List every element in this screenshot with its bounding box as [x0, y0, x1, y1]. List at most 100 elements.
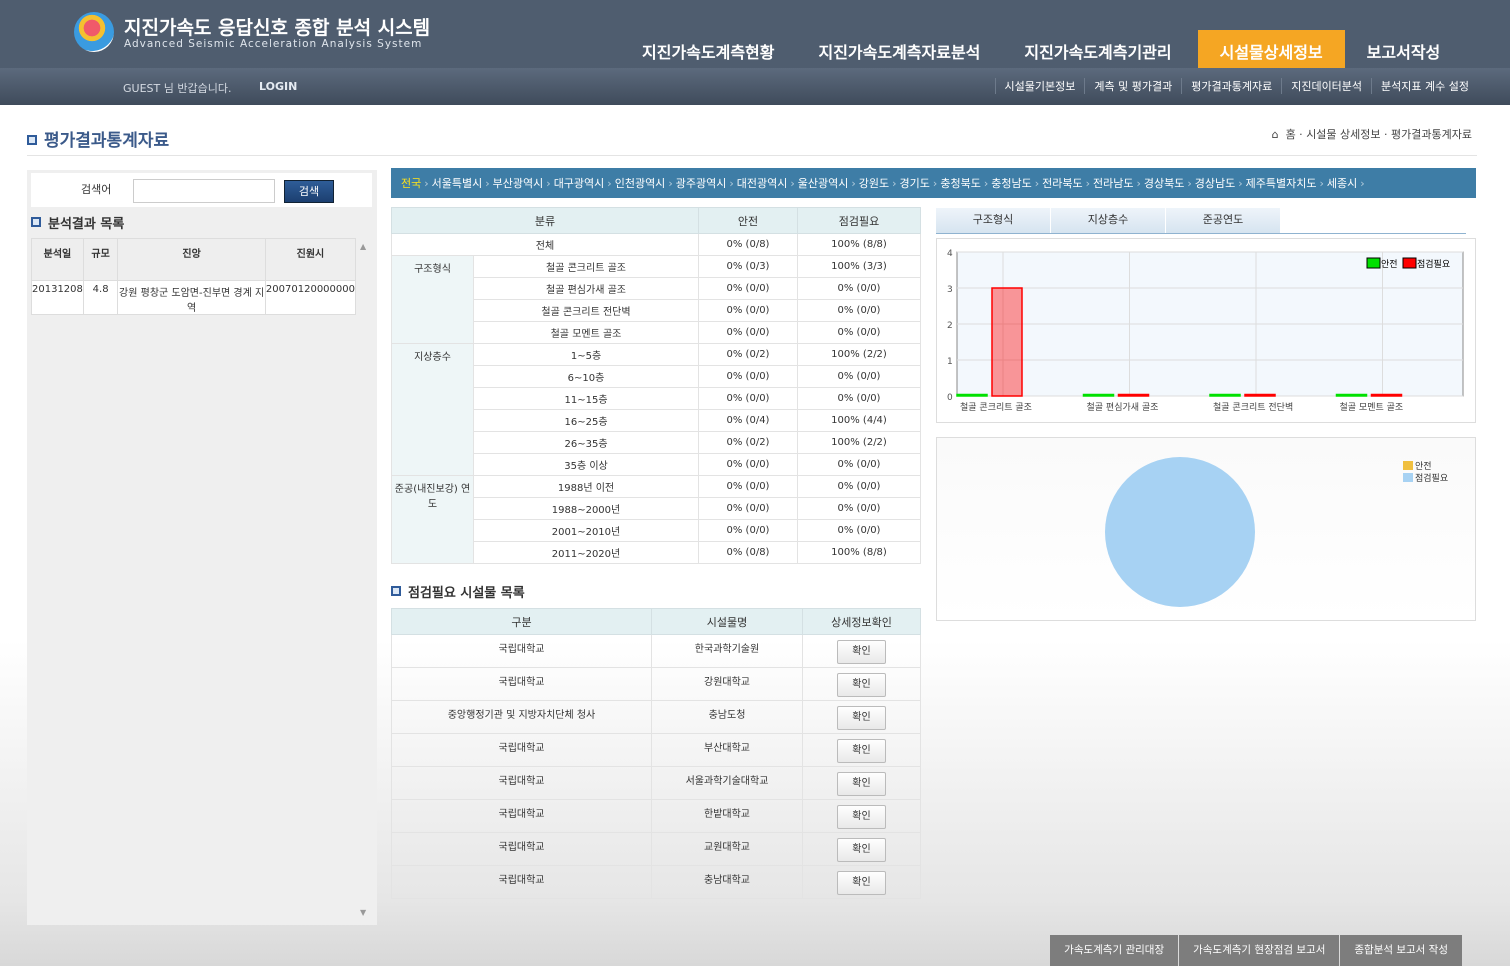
- region-separator: ›: [892, 177, 897, 190]
- confirm-button[interactable]: 확인: [837, 871, 886, 895]
- x-tick-label: 철골 편심가새 골조: [1087, 401, 1159, 413]
- subnav-index-settings[interactable]: 분석지표 계수 설정: [1371, 78, 1478, 94]
- nav-instrument-management[interactable]: 지진가속도계측기관리: [1002, 30, 1193, 68]
- subnav-statistics[interactable]: 평가결과통계자료: [1181, 78, 1281, 94]
- confirm-button[interactable]: 확인: [837, 673, 886, 697]
- confirm-button[interactable]: 확인: [837, 772, 886, 796]
- region-separator: ›: [790, 177, 795, 190]
- header: 지진가속도 응답신호 종합 분석 시스템 Advanced Seismic Ac…: [0, 0, 1510, 68]
- confirm-button[interactable]: 확인: [837, 739, 886, 763]
- cell-facility: 충남도청: [651, 700, 803, 734]
- region-5[interactable]: 광주광역시: [676, 177, 727, 190]
- region-separator: ›: [1187, 177, 1192, 190]
- region-7[interactable]: 울산광역시: [798, 177, 849, 190]
- region-16[interactable]: 제주특별자치도: [1246, 177, 1317, 190]
- cell-need: 100% (2/2): [797, 431, 921, 454]
- region-separator: ›: [1085, 177, 1090, 190]
- table-row: 국립대학교 한밭대학교 확인: [391, 799, 921, 833]
- nav-report[interactable]: 보고서작성: [1345, 30, 1463, 68]
- tab-year[interactable]: 준공연도: [1166, 208, 1280, 233]
- subnav-seismic-analysis[interactable]: 지진데이터분석: [1281, 78, 1371, 94]
- cell-safe: 0% (0/8): [698, 541, 798, 564]
- breadcrumb: ⌂ 홈 · 시설물 상세정보 · 평가결과통계자료: [1271, 128, 1472, 141]
- confirm-button[interactable]: 확인: [837, 838, 886, 862]
- confirm-button[interactable]: 확인: [837, 640, 886, 664]
- region-separator: ›: [851, 177, 856, 190]
- scroll-up-icon[interactable]: ▲: [360, 242, 370, 251]
- page-title-text: 평가결과통계자료: [44, 131, 170, 151]
- cell-need: 0% (0/0): [797, 497, 921, 520]
- region-4[interactable]: 인천광역시: [615, 177, 666, 190]
- cell-label: 1988~2000년: [473, 497, 699, 520]
- y-tick-label: 1: [947, 357, 953, 367]
- search-input[interactable]: [133, 179, 275, 203]
- cell-label: 2011~2020년: [473, 541, 699, 564]
- confirm-button[interactable]: 확인: [837, 805, 886, 829]
- login-link[interactable]: LOGIN: [259, 80, 297, 93]
- bullet-icon: [31, 217, 41, 227]
- y-tick-label: 2: [947, 321, 953, 331]
- region-10[interactable]: 충청북도: [940, 177, 980, 190]
- cell-need: 100% (8/8): [797, 233, 921, 256]
- breadcrumb-current: 평가결과통계자료: [1391, 128, 1472, 141]
- bar-safe: [1335, 393, 1368, 397]
- home-icon[interactable]: ⌂: [1272, 128, 1279, 141]
- region-14[interactable]: 경상북도: [1144, 177, 1184, 190]
- nav-measurement-status[interactable]: 지진가속도계측현황: [620, 30, 796, 68]
- left-panel: 검색어 검색 분석결과 목록 분석일 규모 진앙 진원시 20131208 4.8 강원 …: [27, 170, 377, 925]
- cell-need: 100% (4/4): [797, 409, 921, 432]
- region-8[interactable]: 강원도: [859, 177, 889, 190]
- logo-icon[interactable]: [74, 12, 114, 52]
- scroll-down-icon[interactable]: ▼: [360, 908, 366, 917]
- breadcrumb-home[interactable]: 홈: [1286, 128, 1296, 141]
- cell-need: 0% (0/0): [797, 321, 921, 344]
- cell-safe: 0% (0/0): [698, 497, 798, 520]
- subnav-results[interactable]: 계측 및 평가결과: [1084, 78, 1181, 94]
- region-9[interactable]: 경기도: [900, 177, 930, 190]
- pie-legend: 안전 점검필요: [1403, 461, 1448, 485]
- cell-label: 11~15층: [473, 387, 699, 410]
- comprehensive-report-button[interactable]: 종합분석 보고서 작성: [1340, 935, 1462, 966]
- y-tick-label: 4: [947, 249, 953, 259]
- nav-data-analysis[interactable]: 지진가속도계측자료분석: [796, 30, 1002, 68]
- breadcrumb-facility[interactable]: 시설물 상세정보: [1306, 128, 1380, 141]
- pie-chart-panel: 안전 점검필요: [936, 437, 1476, 621]
- bar-chart: 0 1 2 3 4 철골 콘크리트 골조 철골 편심가새 골조 철골 콘크리트 전단벽 철골 모…: [947, 249, 1464, 413]
- inspection-report-button[interactable]: 가속도계측기 현장점검 보고서: [1179, 935, 1340, 966]
- search-button[interactable]: 검색: [284, 180, 334, 203]
- region-6[interactable]: 대전광역시: [737, 177, 788, 190]
- tab-structure[interactable]: 구조형식: [936, 208, 1050, 233]
- cell-epicenter: 강원 평창군 도암면-진부면 경계 지역: [117, 280, 266, 315]
- region-2[interactable]: 부산광역시: [493, 177, 544, 190]
- bar-chart-panel: 0 1 2 3 4 철골 콘크리트 골조 철골 편심가새 골조 철골 콘크리트 전단벽 철골 모…: [936, 238, 1476, 423]
- region-15[interactable]: 경상남도: [1195, 177, 1235, 190]
- legend-need-label: 점검필요: [1417, 258, 1450, 270]
- cell-facility: 서울과학기술대학교: [651, 766, 803, 800]
- cell-type: 국립대학교: [391, 799, 652, 833]
- region-17[interactable]: 세종시: [1327, 177, 1357, 190]
- region-12[interactable]: 전라북도: [1042, 177, 1082, 190]
- cell-safe: 0% (0/0): [698, 453, 798, 476]
- cell-need: 0% (0/0): [797, 365, 921, 388]
- cell-facility: 한국과학기술원: [651, 634, 803, 668]
- subnav-basic-info[interactable]: 시설물기본정보: [994, 78, 1085, 94]
- need-list-title-text: 점검필요 시설물 목록: [408, 586, 525, 601]
- region-13[interactable]: 전라남도: [1093, 177, 1133, 190]
- region-0[interactable]: 전국: [401, 177, 421, 190]
- cell-label: 16~25층: [473, 409, 699, 432]
- app-title[interactable]: 지진가속도 응답신호 종합 분석 시스템: [124, 13, 430, 40]
- instrument-ledger-button[interactable]: 가속도계측기 관리대장: [1050, 935, 1179, 966]
- region-11[interactable]: 충청남도: [991, 177, 1031, 190]
- confirm-button[interactable]: 확인: [837, 706, 886, 730]
- region-3[interactable]: 대구광역시: [554, 177, 605, 190]
- region-1[interactable]: 서울특별시: [432, 177, 483, 190]
- cell-detail: 확인: [802, 832, 921, 866]
- table-row[interactable]: 20131208 4.8 강원 평창군 도암면-진부면 경계 지역 200701200…: [31, 280, 357, 315]
- table-row: 구조형식 철골 콘크리트 골조 0% (0/3) 100% (3/3): [391, 255, 921, 344]
- cell-origin-time: 20070120000000: [264, 280, 357, 315]
- region-separator: ›: [668, 177, 673, 190]
- nav-facility-details[interactable]: 시설물상세정보: [1197, 30, 1345, 68]
- cell-need: 0% (0/0): [797, 519, 921, 542]
- tab-floors[interactable]: 지상층수: [1051, 208, 1165, 233]
- cell-label: 철골 콘크리트 골조: [473, 255, 699, 278]
